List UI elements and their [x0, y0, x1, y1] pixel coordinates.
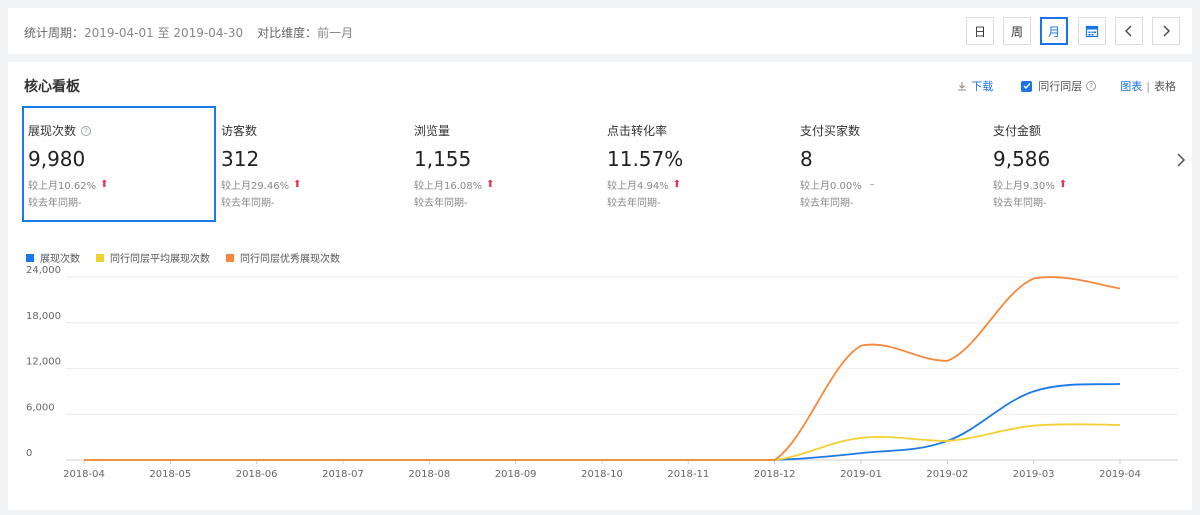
metric-label: 支付金额 — [993, 122, 1175, 139]
chevron-right-icon — [1163, 25, 1170, 37]
calendar-button[interactable] — [1078, 17, 1106, 45]
arrow-up-icon: ⬆ — [100, 179, 109, 190]
trend-line-chart: 0 6,000 12,000 18,000 24,000 2018-04 2018-05 20… — [26, 265, 1178, 480]
metric-card[interactable]: 浏览量 1,155 较上月16.08% ⬆ 较去年同期- — [408, 106, 602, 222]
metric-yoy: 较去年同期- — [607, 198, 661, 209]
metric-card[interactable]: 展现次数? 9,980 较上月10.62% ⬆ 较去年同期- — [22, 106, 216, 222]
compare-label: 对比维度： — [257, 26, 318, 40]
metric-mom-text: 较上月4.94% — [607, 181, 669, 192]
metric-card[interactable]: 支付买家数 8 较上月0.00% – 较去年同期- — [794, 106, 988, 222]
core-dashboard-panel: 核心看板 下载 同行同层 ? 图表 | 表格 展现次数? 9,980 较上月10.6… — [8, 62, 1192, 510]
help-icon[interactable]: ? — [81, 125, 92, 136]
x-tick-label: 2019-03 — [1013, 469, 1055, 480]
metric-label-text: 支付买家数 — [800, 124, 861, 138]
panel-title: 核心看板 — [24, 79, 80, 95]
panel-tools: 下载 同行同层 ? 图表 | 表格 — [957, 78, 1176, 94]
metric-label: 点击转化率 — [607, 122, 789, 139]
peer-label: 同行同层 — [1038, 80, 1083, 93]
arrow-up-icon: ⬆ — [672, 179, 682, 190]
metric-label: 支付买家数 — [800, 122, 982, 139]
x-tick-label: 2018-06 — [236, 469, 278, 480]
metric-card[interactable]: 点击转化率 11.57% 较上月4.94% ⬆ 较去年同期- — [601, 106, 795, 222]
x-tick-label: 2019-01 — [840, 469, 882, 480]
calendar-icon — [1085, 25, 1099, 38]
x-tick-label: 2018-05 — [149, 469, 191, 480]
day-button[interactable]: 日 — [966, 17, 994, 45]
y-tick-label: 6,000 — [26, 402, 55, 413]
x-tick-label: 2019-02 — [926, 469, 968, 480]
metric-mom-text: 较上月0.00% — [800, 181, 862, 192]
metric-mom: 较上月16.08% ⬆ — [414, 177, 596, 192]
y-tick-label: 18,000 — [26, 311, 61, 322]
month-button[interactable]: 月 — [1040, 17, 1068, 45]
x-tick-label: 2018-07 — [322, 469, 364, 480]
metric-yoy: 较去年同期- — [993, 198, 1047, 209]
view-table-toggle[interactable]: 表格 — [1154, 78, 1176, 94]
series-line — [84, 383, 1121, 461]
metric-mom-text: 较上月9.30% — [993, 181, 1055, 192]
metric-value: 9,980 — [28, 147, 86, 171]
metric-yoy: 较去年同期- — [800, 198, 854, 209]
download-link[interactable]: 下载 — [957, 78, 993, 94]
metric-value: 9,586 — [993, 147, 1051, 171]
metric-label-text: 点击转化率 — [607, 124, 668, 138]
metric-card[interactable]: 支付金额 9,586 较上月9.30% ⬆ 较去年同期- — [987, 106, 1181, 222]
x-tick-label: 2018-04 — [63, 469, 105, 480]
metric-mom-text: 较上月16.08% — [414, 181, 483, 192]
week-button[interactable]: 周 — [1003, 17, 1031, 45]
metric-label: 访客数 — [221, 122, 403, 139]
y-tick-label: 0 — [26, 448, 32, 459]
period-toolbar: 统计周期：2019-04-01 至 2019-04-30 对比维度：前一月 日 周… — [8, 8, 1192, 54]
metric-mom: 较上月10.62% ⬆ — [28, 177, 210, 192]
metric-label-text: 浏览量 — [414, 124, 451, 138]
metric-mom: 较上月29.46% ⬆ — [221, 177, 403, 192]
metric-yoy: 较去年同期- — [28, 198, 82, 209]
download-label: 下载 — [971, 80, 994, 93]
period-label: 统计周期： — [24, 26, 85, 40]
metric-mom-text: 较上月10.62% — [28, 181, 97, 192]
arrow-up-icon: ⬆ — [1058, 179, 1068, 190]
y-tick-label: 12,000 — [26, 357, 61, 368]
x-tick-label: 2019-04 — [1099, 469, 1141, 480]
previous-period-button[interactable] — [1115, 17, 1143, 45]
x-tick-label: 2018-12 — [754, 469, 796, 480]
arrow-up-icon: ⬆ — [486, 179, 495, 190]
metric-yoy: 较去年同期- — [414, 198, 468, 209]
metric-mom: 较上月4.94% ⬆ — [607, 177, 789, 192]
metric-label: 浏览量 — [414, 122, 596, 139]
series-line — [84, 423, 1121, 461]
period-info: 统计周期：2019-04-01 至 2019-04-30 对比维度：前一月 — [24, 24, 353, 41]
metric-label-text: 展现次数 — [28, 124, 77, 138]
metric-value: 312 — [221, 147, 260, 171]
view-chart-toggle[interactable]: 图表 — [1120, 78, 1142, 94]
peer-checkbox[interactable]: 同行同层 ? — [1021, 78, 1097, 94]
metric-card[interactable]: 访客数 312 较上月29.46% ⬆ 较去年同期- — [215, 106, 409, 222]
period-value: 2019-04-01 至 2019-04-30 — [84, 26, 244, 40]
chevron-left-icon — [1125, 25, 1132, 37]
x-tick-label: 2018-11 — [667, 469, 709, 480]
metric-value: 1,155 — [414, 147, 472, 171]
metric-value: 11.57% — [607, 147, 684, 171]
x-tick-label: 2018-08 — [408, 469, 450, 480]
compare-value: 前一月 — [317, 26, 354, 40]
next-period-button[interactable] — [1152, 17, 1180, 45]
metric-mom-text: 较上月29.46% — [221, 181, 290, 192]
metric-yoy: 较去年同期- — [221, 198, 275, 209]
help-icon[interactable]: ? — [1086, 81, 1097, 91]
chevron-right-icon[interactable] — [1176, 152, 1186, 168]
view-separator: | — [1146, 79, 1150, 93]
arrow-up-icon: ⬆ — [293, 179, 302, 190]
x-tick-label: 2018-10 — [581, 469, 623, 480]
metric-label-text: 支付金额 — [993, 124, 1042, 138]
x-tick-label: 2018-09 — [495, 469, 537, 480]
dash-icon: – — [869, 179, 875, 190]
metric-mom: 较上月9.30% ⬆ — [993, 177, 1175, 192]
metric-value: 8 — [800, 147, 813, 171]
metric-label: 展现次数? — [28, 122, 210, 139]
metric-label-text: 访客数 — [221, 124, 258, 138]
checkbox-checked-icon — [1021, 80, 1033, 92]
metric-mom: 较上月0.00% – — [800, 177, 982, 192]
download-icon — [958, 82, 967, 91]
y-tick-label: 24,000 — [26, 265, 61, 276]
